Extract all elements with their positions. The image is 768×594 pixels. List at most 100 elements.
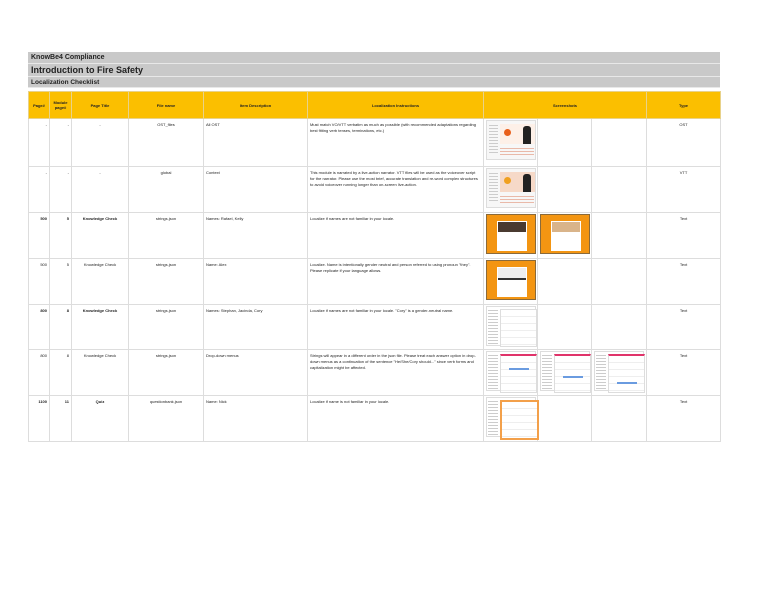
cell-page: - — [28, 166, 50, 213]
cell-instructions: This module is narrated by a live-action… — [307, 166, 484, 213]
header-row: Page# Module page# Page Title File name … — [28, 91, 722, 119]
screenshot-thumbnail[interactable] — [486, 397, 539, 440]
cell-item-description: Names: Stephan, Jacinda, Cory — [203, 304, 308, 350]
cell-screenshot — [590, 349, 648, 396]
cell-screenshot — [590, 166, 648, 213]
cell-page-title: Quiz — [71, 395, 129, 442]
table-row: - - - OST_files All OST Must match VO/VTT ver… — [28, 118, 722, 167]
cell-module-page: - — [49, 166, 72, 213]
col-module-page: Module page# — [49, 91, 72, 119]
cell-page-title: - — [71, 166, 129, 213]
cell-item-description: Name: Nick — [203, 395, 308, 442]
cell-page-title: Knowledge Check — [71, 212, 129, 259]
cell-item-description: Context — [203, 166, 308, 213]
cell-screenshot — [483, 212, 538, 259]
cell-screenshot — [483, 118, 538, 167]
cell-screenshot — [590, 212, 648, 259]
cell-file-name: strings.json — [128, 349, 204, 396]
cell-page: 500 — [28, 258, 50, 305]
cell-page: 800 — [28, 349, 50, 396]
screenshot-thumbnail[interactable] — [486, 120, 536, 160]
cell-type: Text — [646, 395, 722, 442]
cell-file-name: strings.json — [128, 304, 204, 350]
cell-file-name: questionbank.json — [128, 395, 204, 442]
screenshot-thumbnail[interactable] — [486, 168, 536, 208]
cell-instructions: Localize if names are not familiar in yo… — [307, 212, 484, 259]
table-row: 500 5 Knowledge Check strings.json Names: Ra… — [28, 212, 722, 259]
cell-screenshot — [590, 304, 648, 350]
cell-screenshot — [537, 212, 592, 259]
cell-screenshot — [590, 118, 648, 167]
screenshot-thumbnail[interactable] — [486, 214, 536, 254]
table-row: - - - global Context This module is narrated … — [28, 166, 722, 213]
course-title: Introduction to Fire Safety — [28, 64, 720, 77]
cell-screenshot — [537, 258, 592, 305]
cell-module-page: 5 — [49, 258, 72, 305]
document-title: Localization Checklist — [28, 77, 720, 88]
cell-module-page: 11 — [49, 395, 72, 442]
table-row: 800 8 Knowledge Check strings.json Names: St… — [28, 304, 722, 350]
cell-file-name: strings.json — [128, 212, 204, 259]
cell-type: OST — [646, 118, 722, 167]
screenshot-thumbnail[interactable] — [486, 306, 537, 347]
cell-screenshot — [483, 395, 539, 442]
cell-page: 1100 — [28, 395, 50, 442]
company-title: KnowBe4 Compliance — [28, 52, 720, 64]
cell-module-page: 8 — [49, 349, 72, 396]
cell-file-name: global — [128, 166, 204, 213]
cell-screenshot — [590, 395, 648, 442]
screenshot-thumbnail[interactable] — [594, 351, 645, 393]
cell-page: 800 — [28, 304, 50, 350]
cell-page-title: Knowledge Check — [71, 258, 129, 305]
cell-screenshot — [483, 166, 538, 213]
localization-table: Page# Module page# Page Title File name … — [28, 91, 722, 442]
cell-page: 500 — [28, 212, 50, 259]
cell-page-title: - — [71, 118, 129, 167]
col-type: Type — [646, 91, 722, 119]
cell-instructions: Localize. Name is intentionally gender n… — [307, 258, 484, 305]
cell-instructions: Strings will appear in a different order… — [307, 349, 484, 396]
cell-module-page: - — [49, 118, 72, 167]
screenshot-thumbnail[interactable] — [540, 214, 590, 254]
cell-screenshot — [483, 304, 538, 350]
cell-module-page: 5 — [49, 212, 72, 259]
cell-type: VTT — [646, 166, 722, 213]
cell-screenshot — [537, 166, 592, 213]
cell-screenshot — [590, 258, 648, 305]
cell-screenshot — [483, 258, 538, 305]
col-instructions: Localization Instructions — [307, 91, 484, 119]
cell-page-title: Knowledge Check — [71, 349, 129, 396]
cell-instructions: Localize if name is not familiar in your… — [307, 395, 484, 442]
cell-type: Text — [646, 258, 722, 305]
cell-page-title: Knowledge Check — [71, 304, 129, 350]
cell-type: Text — [646, 349, 722, 396]
col-screenshots: Screenshots — [482, 91, 648, 119]
col-file-name: File name — [128, 91, 204, 119]
cell-instructions: Localize if names are not familiar in yo… — [307, 304, 484, 350]
cell-item-description: All OST — [203, 118, 308, 167]
cell-item-description: Names: Rafael, Kelly — [203, 212, 308, 259]
cell-screenshot — [537, 349, 592, 396]
cell-file-name: OST_files — [128, 118, 204, 167]
cell-module-page: 8 — [49, 304, 72, 350]
cell-screenshot — [483, 349, 538, 396]
cell-screenshot — [537, 118, 592, 167]
cell-item-description: Name: Alex — [203, 258, 308, 305]
cell-instructions: Must match VO/VTT verbatim as much as po… — [307, 118, 484, 167]
cell-screenshot — [537, 304, 592, 350]
table-row: 800 8 Knowledge Check strings.json Drop-down… — [28, 349, 722, 396]
table-row: 1100 11 Quiz questionbank.json Name: Nick Loc… — [28, 395, 722, 442]
cell-screenshot — [537, 395, 592, 442]
col-item-description: Item Description — [203, 91, 308, 119]
cell-item-description: Drop-down menus — [203, 349, 308, 396]
screenshot-thumbnail[interactable] — [486, 351, 537, 393]
cell-file-name: strings.json — [128, 258, 204, 305]
cell-page: - — [28, 118, 50, 167]
table-row: 500 5 Knowledge Check strings.json Name: Ale… — [28, 258, 722, 305]
screenshot-thumbnail[interactable] — [486, 260, 536, 300]
cell-type: Text — [646, 304, 722, 350]
col-page-title: Page Title — [71, 91, 129, 119]
screenshot-thumbnail[interactable] — [540, 351, 591, 393]
cell-type: Text — [646, 212, 722, 259]
col-page: Page# — [28, 91, 50, 119]
